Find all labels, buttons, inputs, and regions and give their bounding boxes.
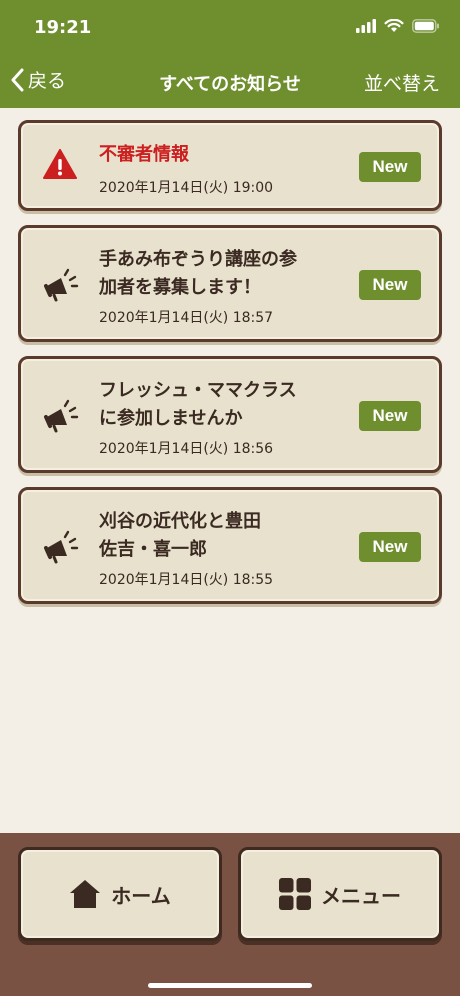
wifi-icon (384, 19, 404, 32)
status-time: 19:21 (34, 17, 92, 38)
status-bar: 19:21 (0, 0, 460, 56)
grid-icon (279, 878, 311, 910)
menu-button[interactable]: メニュー (238, 847, 442, 941)
home-label: ホーム (111, 883, 171, 908)
notice-date: 2020年1月14日(火) 19:00 (99, 180, 274, 196)
megaphone-icon (44, 268, 79, 302)
notice-title: 手あみ布ぞうり講座の参 加者を募集します！ (99, 249, 297, 298)
megaphone-icon (44, 530, 79, 564)
menu-label: メニュー (321, 883, 401, 908)
notice-title: 刈谷の近代化と豊田 佐吉・喜一郎 (99, 511, 261, 560)
notice-item[interactable]: 手あみ布ぞうり講座の参 加者を募集します！ 2020年1月14日(火) 18:5… (18, 225, 442, 342)
sort-button[interactable]: 並べ替え (364, 69, 440, 96)
new-badge: New (359, 532, 421, 562)
notice-date: 2020年1月14日(火) 18:55 (99, 572, 274, 588)
notice-item[interactable]: フレッシュ・ママクラス に参加しませんか 2020年1月14日(火) 18:56… (18, 356, 442, 473)
home-indicator[interactable] (148, 983, 312, 988)
notice-item[interactable]: 不審者情報 2020年1月14日(火) 19:00 New (18, 120, 442, 211)
home-button[interactable]: ホーム (18, 847, 222, 941)
home-icon (70, 880, 101, 908)
battery-icon (412, 19, 439, 33)
notice-date: 2020年1月14日(火) 18:57 (99, 310, 274, 326)
status-icons (356, 19, 440, 33)
warning-icon (43, 149, 77, 179)
notice-title: フレッシュ・ママクラス に参加しませんか (99, 380, 297, 429)
megaphone-icon (44, 399, 79, 433)
header: 19:21 戻る すべてのお知らせ 並べ替え (0, 0, 460, 108)
new-badge: New (359, 401, 421, 431)
new-badge: New (359, 152, 421, 182)
notice-item[interactable]: 刈谷の近代化と豊田 佐吉・喜一郎 2020年1月14日(火) 18:55 New (18, 487, 442, 604)
bottom-bar: ホーム メニュー (0, 833, 460, 996)
notice-list: 不審者情報 2020年1月14日(火) 19:00 New 手あみ布ぞうり講座の… (18, 120, 442, 618)
nav-bar: 戻る すべてのお知らせ 並べ替え (0, 56, 460, 108)
signal-icon (356, 19, 376, 33)
new-badge: New (359, 270, 421, 300)
notice-date: 2020年1月14日(火) 18:56 (99, 441, 274, 457)
notice-title: 不審者情報 (99, 144, 189, 165)
